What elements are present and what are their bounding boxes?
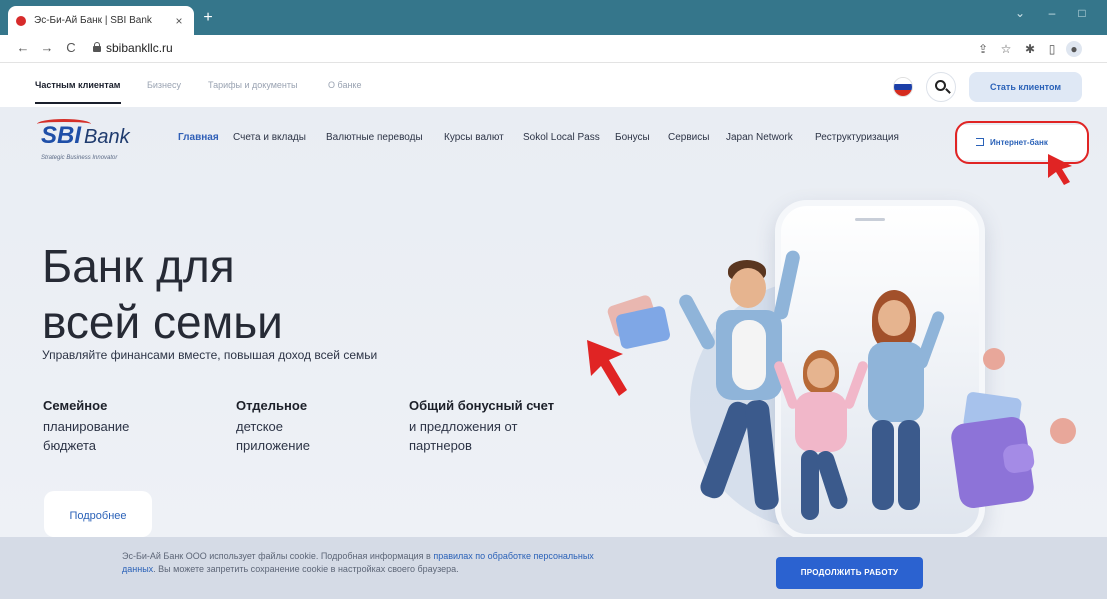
menu-bonuses[interactable]: Бонусы bbox=[615, 132, 650, 143]
menu-transfers[interactable]: Валютные переводы bbox=[326, 132, 423, 143]
feature-desc-line2: партнеров bbox=[409, 438, 472, 453]
hero-title-line1: Банк для bbox=[42, 240, 235, 292]
hero-title: Банк для всей семьи bbox=[42, 238, 542, 350]
segment-private[interactable]: Частным клиентам bbox=[35, 80, 120, 90]
sidebar-icon[interactable]: ▯ bbox=[1044, 41, 1060, 57]
red-arrow-icon bbox=[1048, 154, 1072, 185]
feature-family-budget: Семейное планирование бюджета bbox=[43, 398, 213, 455]
menu-rates[interactable]: Курсы валют bbox=[444, 132, 504, 143]
feature-bonus-account: Общий бонусный счет и предложения от пар… bbox=[409, 398, 599, 455]
hero-subtitle: Управляйте финансами вместе, повышая дох… bbox=[42, 348, 378, 362]
mother-figure bbox=[850, 290, 950, 540]
tab-search-icon[interactable]: ⌄ bbox=[1010, 6, 1030, 20]
share-icon[interactable]: ⇪ bbox=[975, 41, 991, 57]
address-bar[interactable]: sbibankllc.ru bbox=[106, 41, 173, 55]
feature-desc-line1: планирование bbox=[43, 419, 130, 434]
menu-restructuring[interactable]: Реструктуризация bbox=[815, 132, 899, 143]
browser-tab[interactable]: Эс-Би-Ай Банк | SBI Bank × bbox=[8, 6, 194, 35]
language-flag-icon[interactable] bbox=[893, 77, 913, 97]
feature-desc-line1: и предложения от bbox=[409, 419, 518, 434]
menu-accounts[interactable]: Счета и вклады bbox=[233, 132, 306, 143]
feature-desc-line1: детское bbox=[236, 419, 283, 434]
girl-figure bbox=[772, 350, 870, 540]
lock-icon[interactable] bbox=[93, 42, 101, 52]
feature-title: Семейное bbox=[43, 398, 108, 413]
favicon-icon bbox=[16, 15, 26, 26]
menu-services[interactable]: Сервисы bbox=[668, 132, 709, 143]
browser-titlebar: Эс-Би-Ай Банк | SBI Bank × + ⌄ – □ bbox=[0, 0, 1107, 35]
search-button[interactable] bbox=[926, 72, 956, 102]
cookie-text-part1: Эс-Би-Ай Банк ООО использует файлы cooki… bbox=[122, 551, 434, 561]
menu-japan-network[interactable]: Japan Network bbox=[726, 132, 793, 143]
cookie-text-part2: . Вы можете запретить сохранение cookie … bbox=[153, 564, 459, 574]
star-icon[interactable]: ☆ bbox=[998, 41, 1014, 57]
feature-desc-line2: бюджета bbox=[43, 438, 97, 453]
feature-kids-app: Отдельное детское приложение bbox=[236, 398, 406, 455]
family-illustration bbox=[580, 190, 1100, 540]
segment-tariffs[interactable]: Тарифы и документы bbox=[208, 80, 297, 90]
tab-title: Эс-Би-Ай Банк | SBI Bank bbox=[34, 15, 152, 26]
continue-button[interactable]: ПРОДОЛЖИТЬ РАБОТУ bbox=[776, 557, 923, 589]
back-button[interactable]: ← bbox=[14, 39, 32, 57]
logo-tagline: Strategic Business Innovator bbox=[41, 155, 118, 161]
segment-about[interactable]: О банке bbox=[328, 80, 361, 90]
logo-bank: Bank bbox=[84, 126, 130, 148]
new-tab-button[interactable]: + bbox=[198, 8, 218, 28]
forward-button[interactable]: → bbox=[38, 39, 56, 57]
menu-home[interactable]: Главная bbox=[178, 132, 219, 143]
more-button[interactable]: Подробнее bbox=[44, 491, 152, 537]
reload-button[interactable]: C bbox=[62, 39, 80, 57]
feature-title: Отдельное bbox=[236, 398, 308, 413]
minimize-button[interactable]: – bbox=[1042, 6, 1062, 20]
profile-icon[interactable]: ● bbox=[1066, 41, 1082, 57]
feature-desc-line2: приложение bbox=[236, 438, 310, 453]
cookie-text: Эс-Би-Ай Банк ООО использует файлы cooki… bbox=[122, 550, 602, 576]
browser-toolbar: ← → C sbibankllc.ru ⇪ ☆ ✱ ▯ ● bbox=[0, 35, 1107, 63]
become-client-button[interactable]: Стать клиентом bbox=[969, 72, 1082, 102]
menu-sokol-pass[interactable]: Sokol Local Pass bbox=[523, 132, 600, 143]
active-segment-underline bbox=[35, 102, 121, 104]
hero-title-line2: всей семьи bbox=[42, 296, 283, 348]
close-tab-icon[interactable]: × bbox=[172, 14, 186, 28]
maximize-button[interactable]: □ bbox=[1072, 6, 1092, 20]
feature-title: Общий бонусный счет bbox=[409, 398, 555, 413]
red-arrow-icon bbox=[587, 340, 627, 396]
sbi-bank-logo[interactable]: SBI Bank Strategic Business Innovator bbox=[37, 119, 130, 161]
extensions-icon[interactable]: ✱ bbox=[1022, 41, 1038, 57]
segment-business[interactable]: Бизнесу bbox=[147, 80, 181, 90]
